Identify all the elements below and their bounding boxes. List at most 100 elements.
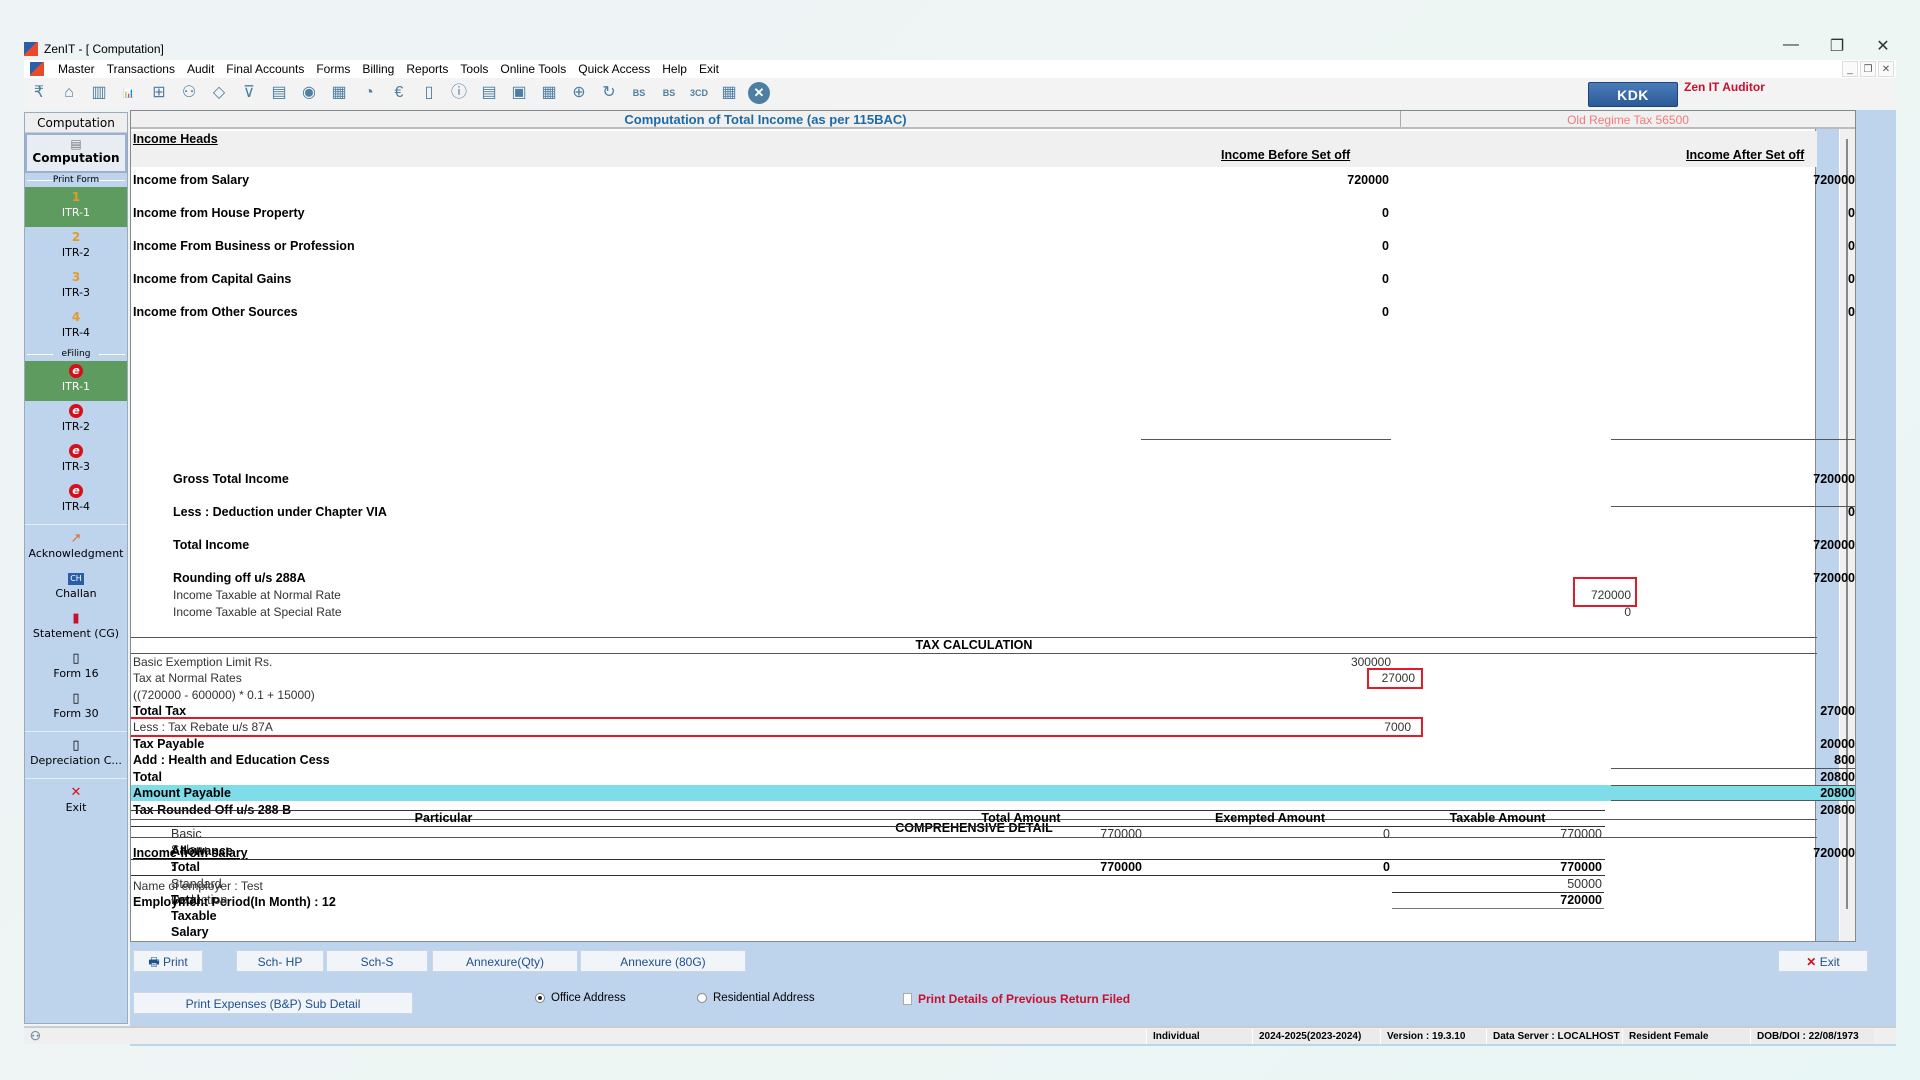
sidebar-item-challan[interactable]: CH Challan xyxy=(25,568,127,608)
filter-icon[interactable]: ⊽ xyxy=(238,82,260,104)
std-deduction-value: 50000 xyxy=(1567,877,1602,891)
zen-it-auditor-link[interactable]: Zen IT Auditor xyxy=(1684,80,1765,94)
total-label: Total xyxy=(133,770,162,784)
title-bar: ZenIT - [ Computation] — ❐ ✕ xyxy=(24,36,1896,60)
sch-hp-button[interactable]: Sch- HP xyxy=(236,950,324,972)
sidebar-item-statement-cg[interactable]: ▮ Statement (CG) xyxy=(25,608,127,648)
sidebar-item-acknowledgment[interactable]: ↗ Acknowledgment xyxy=(25,528,127,568)
annexure-80g-button[interactable]: Annexure (80G) xyxy=(580,950,746,972)
close-circle-icon[interactable]: ✕ xyxy=(748,82,770,104)
calculator-icon[interactable]: ▦ xyxy=(328,82,350,104)
mdi-restore-button[interactable]: ❐ xyxy=(1860,61,1876,77)
sidebar-efile-itr-3[interactable]: e ITR-3 xyxy=(25,441,127,481)
mdi-minimize-button[interactable]: _ xyxy=(1842,61,1858,77)
sidebar-item-exit[interactable]: ✕ Exit xyxy=(25,782,127,822)
menu-tools[interactable]: Tools xyxy=(454,62,494,76)
rounded-tax-value: 20800 xyxy=(1820,803,1855,817)
sidebar-item-depreciation[interactable]: ▯ Depreciation C... xyxy=(25,735,127,775)
minimize-button[interactable]: — xyxy=(1782,36,1800,56)
sidebar-efile-itr-1[interactable]: e ITR-1 xyxy=(25,361,127,401)
menu-exit[interactable]: Exit xyxy=(693,62,725,76)
menu-billing[interactable]: Billing xyxy=(356,62,400,76)
menu-transactions[interactable]: Transactions xyxy=(101,62,181,76)
toolbar: ₹ ⌂ ▥ 📊 ⊞ ⚇ ◇ ⊽ ▤ ◉ ▦ ◔ € ▯ ⓘ ▤ ▣ ▦ ⊕ ↻ BS BS 3CD ▦ ✕ KDK ASSIST… xyxy=(24,78,1896,128)
tax-payable-value: 20000 xyxy=(1820,737,1855,751)
main-panel: Computation of Total Income (as per 115B… xyxy=(130,110,1896,1046)
menu-master[interactable]: Master xyxy=(52,62,101,76)
left-sidebar: Computation ▤ Computation Print Form 1 IT… xyxy=(24,112,128,1024)
summary-value: 720000 xyxy=(1813,472,1855,486)
residential-address-radio[interactable]: Residential Address xyxy=(697,992,815,1004)
efiling-e-icon: e xyxy=(69,484,83,498)
previous-return-checkbox[interactable]: Print Details of Previous Return Filed xyxy=(903,992,1130,1006)
refresh-doc-icon[interactable]: ↻ xyxy=(598,82,620,104)
epay-icon[interactable]: € xyxy=(388,82,410,104)
column-header: Taxable Amount xyxy=(1449,811,1546,825)
sidebar-header: Computation xyxy=(25,113,127,133)
menu-audit[interactable]: Audit xyxy=(181,62,220,76)
income-after-value: 720000 xyxy=(1813,173,1855,187)
tag-icon[interactable]: ◇ xyxy=(208,82,230,104)
calendar-icon[interactable]: ▦ xyxy=(538,82,560,104)
income-head-label: Income from Capital Gains xyxy=(133,272,292,286)
sidebar-efile-itr-2[interactable]: e ITR-2 xyxy=(25,401,127,441)
print-expenses-button[interactable]: Print Expenses (B&P) Sub Detail xyxy=(133,992,413,1014)
menu-reports[interactable]: Reports xyxy=(400,62,454,76)
book-icon[interactable]: ▯ xyxy=(418,82,440,104)
sheet-icon[interactable]: ▦ xyxy=(718,82,740,104)
document-icon: ▯ xyxy=(72,738,80,753)
exemption-label: Basic Exemption Limit Rs. xyxy=(133,655,273,669)
taxable-salary-value: 720000 xyxy=(1560,893,1602,907)
user-doc-icon[interactable]: ▣ xyxy=(508,82,530,104)
sidebar-print-itr-4[interactable]: 4 ITR-4 xyxy=(25,307,127,347)
income-before-value: 0 xyxy=(1382,206,1389,220)
menu-forms[interactable]: Forms xyxy=(310,62,356,76)
close-button[interactable]: ✕ xyxy=(1874,36,1892,56)
annexure-qty-button[interactable]: Annexure(Qty) xyxy=(432,950,578,972)
kdk-assist-button[interactable]: KDK ASSIST xyxy=(1588,82,1678,128)
menu-help[interactable]: Help xyxy=(656,62,693,76)
efiling-e-icon: e xyxy=(69,364,83,378)
folder-add-icon[interactable]: ⊕ xyxy=(568,82,590,104)
income-before-header: Income Before Set off xyxy=(1221,148,1351,162)
menu-final-accounts[interactable]: Final Accounts xyxy=(220,62,310,76)
gift-icon[interactable]: ⊞ xyxy=(148,82,170,104)
table-rule xyxy=(131,859,1605,860)
sidebar-print-itr-3[interactable]: 3 ITR-3 xyxy=(25,267,127,307)
sidebar-item-form-30[interactable]: ▯ Form 30 xyxy=(25,688,127,728)
status-assessment-year: 2024-2025(2023-2024) xyxy=(1252,1029,1380,1044)
amount-payable-value: 20800 xyxy=(1820,786,1855,800)
rupee-doc-icon[interactable]: ₹ xyxy=(28,82,50,104)
info-icon[interactable]: ⓘ xyxy=(448,82,470,104)
income-head-label: Income From Business or Profession xyxy=(133,239,355,253)
sidebar-print-itr-2[interactable]: 2 ITR-2 xyxy=(25,227,127,267)
users-icon[interactable]: ⚇ xyxy=(178,82,200,104)
disc-icon[interactable]: ◉ xyxy=(298,82,320,104)
sidebar-efile-itr-4[interactable]: e ITR-4 xyxy=(25,481,127,521)
sidebar-item-computation[interactable]: ▤ Computation xyxy=(25,133,127,173)
sidebar-item-form-16[interactable]: ▯ Form 16 xyxy=(25,648,127,688)
pie-icon[interactable]: ◔ xyxy=(358,82,380,104)
form-number-icon: 4 xyxy=(71,310,81,324)
income-before-value: 0 xyxy=(1382,305,1389,319)
sidebar-print-itr-1[interactable]: 1 ITR-1 xyxy=(25,187,127,227)
report-icon[interactable]: ▤ xyxy=(478,82,500,104)
menu-online-tools[interactable]: Online Tools xyxy=(494,62,572,76)
exit-button[interactable]: ✕ Exit xyxy=(1778,950,1868,972)
building-icon[interactable]: ▥ xyxy=(88,82,110,104)
bs-sch-icon[interactable]: BS xyxy=(658,82,680,104)
office-address-radio[interactable]: Office Address xyxy=(535,992,626,1004)
table-cell-taxable: 770000 xyxy=(1560,860,1602,874)
menu-quick-access[interactable]: Quick Access xyxy=(572,62,656,76)
restore-button[interactable]: ❐ xyxy=(1828,36,1846,56)
bar-chart-icon[interactable]: 📊 xyxy=(118,82,140,104)
home-icon[interactable]: ⌂ xyxy=(58,82,80,104)
sch-s-button[interactable]: Sch-S xyxy=(326,950,428,972)
table-cell-total: 770000 xyxy=(1100,827,1142,841)
print-button[interactable]: 🖶 Print xyxy=(133,950,203,972)
3cd-icon[interactable]: 3CD xyxy=(688,82,710,104)
tax-icon[interactable]: ▤ xyxy=(268,82,290,104)
income-after-header: Income After Set off xyxy=(1686,148,1805,162)
mdi-close-button[interactable]: ✕ xyxy=(1878,61,1894,77)
bs-icon[interactable]: BS xyxy=(628,82,650,104)
